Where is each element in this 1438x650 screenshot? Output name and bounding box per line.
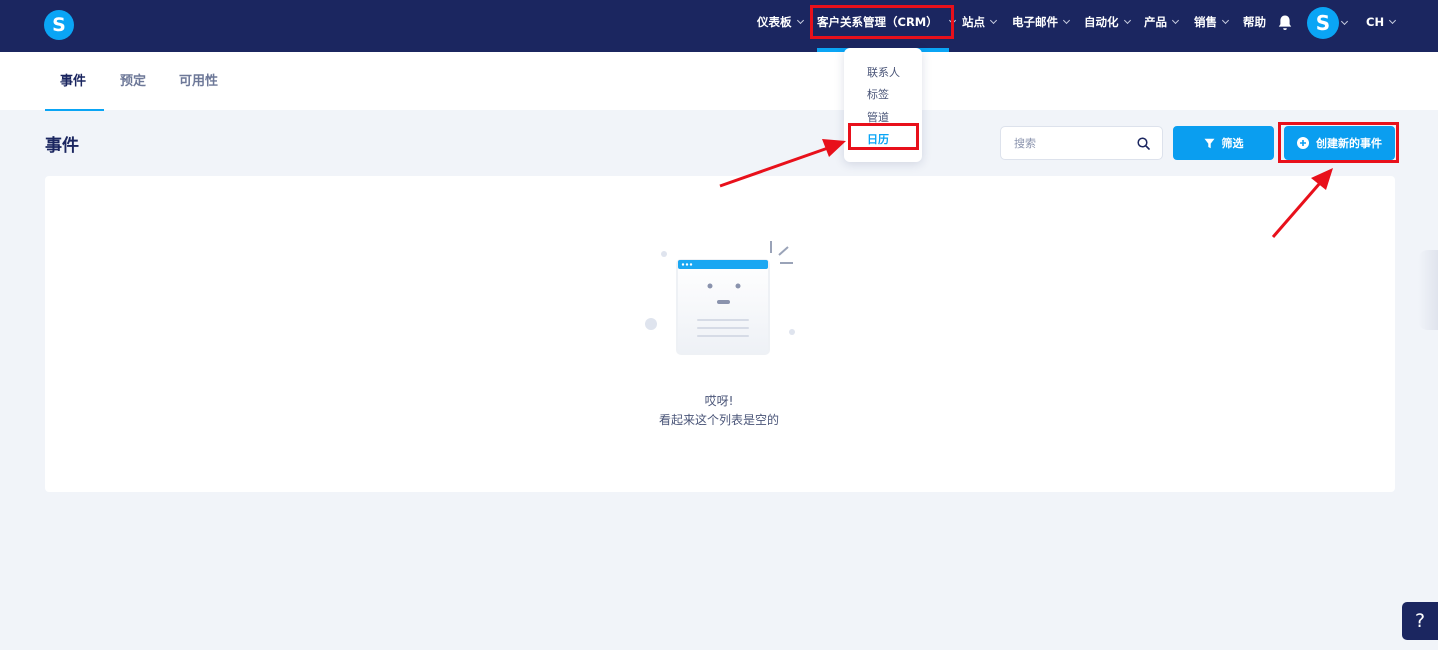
chevron-down-icon (1123, 16, 1131, 25)
tab-bookings[interactable]: 预定 (120, 70, 146, 89)
user-avatar[interactable]: S (1307, 7, 1339, 39)
nav-item-email[interactable]: 电子邮件 (1012, 0, 1071, 44)
nav-item-products[interactable]: 产品 (1144, 0, 1180, 44)
highlight-box-create (1278, 122, 1399, 163)
chevron-down-icon[interactable] (1340, 17, 1349, 26)
empty-state-title: 哎呀! (704, 394, 734, 408)
nav-item-label: 电子邮件 (1012, 15, 1058, 29)
active-tab-indicator (45, 109, 104, 111)
search-icon[interactable] (1137, 137, 1150, 150)
menu-item-contacts[interactable]: 联系人 (867, 64, 900, 80)
search-input[interactable] (1014, 135, 1124, 151)
tab-bar: 事件 预定 可用性 (0, 52, 1438, 111)
nav-item-sites[interactable]: 站点 (962, 0, 998, 44)
chevron-down-icon (1389, 16, 1397, 25)
tab-availability[interactable]: 可用性 (179, 70, 218, 89)
chevron-down-icon (1221, 16, 1230, 25)
top-navbar: S 仪表板 客户关系管理（CRM） 站点 电子邮件 自动化 产品 销售 帮助 S… (0, 0, 1438, 52)
nav-item-dashboard[interactable]: 仪表板 (757, 0, 804, 44)
nav-item-label: 产品 (1144, 15, 1167, 29)
chevron-down-icon (989, 16, 998, 25)
side-panel-edge (1418, 250, 1438, 330)
bell-icon[interactable] (1277, 14, 1293, 32)
empty-state-subtitle: 看起来这个列表是空的 (658, 413, 779, 427)
highlight-box-crm (810, 5, 954, 39)
page-title: 事件 (45, 136, 79, 156)
nav-item-label: 自动化 (1084, 15, 1119, 29)
language-label: CH (1366, 15, 1385, 29)
tab-events[interactable]: 事件 (60, 70, 86, 89)
filter-button-label: 筛选 (1221, 137, 1244, 150)
help-button[interactable]: ? (1402, 602, 1438, 640)
filter-icon (1204, 138, 1215, 149)
highlight-box-calendar (848, 123, 919, 150)
menu-item-tags[interactable]: 标签 (867, 86, 889, 102)
chevron-down-icon (1062, 16, 1071, 25)
app-logo[interactable]: S (44, 10, 74, 40)
annotation-arrowhead-calendar (822, 139, 846, 157)
nav-item-automation[interactable]: 自动化 (1084, 0, 1131, 44)
nav-item-sales[interactable]: 销售 (1194, 0, 1230, 44)
nav-item-label: 帮助 (1243, 15, 1266, 29)
search-box (1000, 126, 1163, 160)
nav-item-label: 销售 (1194, 15, 1217, 29)
language-selector[interactable]: CH (1366, 0, 1397, 44)
filter-button[interactable]: 筛选 (1173, 126, 1274, 160)
empty-list-illustration (645, 241, 795, 355)
nav-item-label: 站点 (962, 15, 985, 29)
chevron-down-icon (1171, 16, 1180, 25)
chevron-down-icon (796, 16, 804, 25)
nav-item-help[interactable]: 帮助 (1243, 0, 1266, 44)
nav-item-label: 仪表板 (757, 15, 792, 29)
